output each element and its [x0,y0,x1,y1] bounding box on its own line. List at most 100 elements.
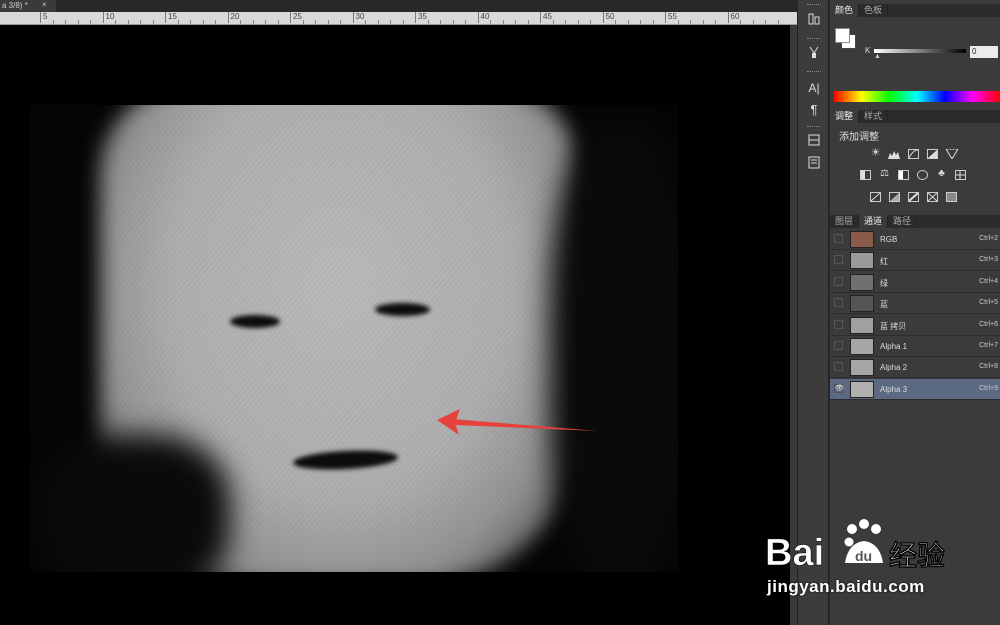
color-lookup-icon[interactable] [955,170,966,180]
ruler-minor-tick [365,20,366,24]
selective-color-icon[interactable] [927,192,938,202]
ruler-tick-label: 60 [727,12,739,23]
ruler-minor-tick [252,20,254,24]
visibility-eye-icon[interactable] [834,277,843,286]
posterize-icon[interactable] [889,192,900,202]
ruler-minor-tick [765,20,766,24]
gradient-map-icon[interactable] [946,192,957,202]
channel-name: RGB [880,235,898,244]
ruler-minor-tick [277,20,279,24]
ruler-minor-tick [327,20,329,24]
vibrance-icon[interactable] [945,148,959,160]
strip-grip[interactable] [807,71,821,74]
k-value-input[interactable]: 0 [970,46,998,58]
exposure-icon[interactable] [927,149,938,159]
layer-comps-icon[interactable] [803,133,825,153]
tab-paths[interactable]: 路径 [888,215,918,228]
channel-row[interactable]: Alpha 1 Ctrl+7 [830,336,1000,357]
channel-row[interactable]: 蓝 拷贝 Ctrl+6 [830,315,1000,336]
tab-channels[interactable]: 通道 [859,215,889,228]
history-icon[interactable] [803,12,825,32]
ruler-minor-tick [502,20,504,24]
ruler-tick-label: 20 [227,12,239,23]
color-panel-tabs: 颜色 色板 [830,4,1000,17]
left-eye [230,315,280,328]
visibility-eye-icon[interactable] [834,255,843,264]
visibility-eye-icon[interactable] [834,234,843,243]
channel-thumbnail [850,231,874,248]
horizontal-ruler: 5 10 15 20 25 30 35 40 45 50 55 60 [0,12,797,25]
brush-preset-icon[interactable] [803,45,825,65]
ruler-minor-tick [552,20,554,24]
brightness-icon[interactable]: ☀ [870,148,881,159]
canvas[interactable] [0,25,790,625]
visibility-eye-icon[interactable] [834,320,843,329]
channel-row[interactable]: RGB Ctrl+2 [830,229,1000,250]
color-spectrum[interactable] [834,91,1000,102]
curves-icon[interactable] [908,149,919,159]
channel-name: 绿 [880,279,888,288]
tab-swatches[interactable]: 色板 [859,4,889,17]
channel-row[interactable]: 绿 Ctrl+4 [830,272,1000,293]
ruler-minor-tick [152,20,154,24]
threshold-icon[interactable] [908,192,919,202]
k-slider[interactable] [874,49,966,53]
channel-name: 蓝 [880,300,888,309]
visibility-eye-icon[interactable] [834,298,843,307]
channel-row[interactable]: 👁 Alpha 3 Ctrl+9 [830,379,1000,400]
strip-grip[interactable] [807,126,821,129]
strip-grip[interactable] [807,38,821,41]
tab-styles[interactable]: 样式 [859,110,889,123]
ruler-minor-tick [302,20,304,24]
adjustments-panel-tabs: 调整 样式 [830,110,1000,123]
ruler-minor-tick [240,20,241,24]
document-tab[interactable]: a 3/8) * [0,0,56,12]
character-icon[interactable]: A| [803,78,825,98]
channel-name: 红 [880,257,888,266]
ruler-tick-label: 55 [665,12,677,23]
channel-shortcut: Ctrl+4 [979,278,998,285]
add-adjustment-title: 添加调整 [839,132,879,143]
channel-mixer-icon[interactable]: ♣ [936,169,947,180]
visibility-eye-icon[interactable]: 👁 [834,384,844,393]
channel-name: 蓝 拷贝 [880,322,907,331]
ruler-tick-label: 30 [352,12,364,23]
ruler-tick-label: 10 [102,12,114,23]
channel-image [30,105,678,572]
close-icon[interactable]: × [42,0,47,9]
photo-filter-icon[interactable] [917,170,928,180]
channel-name: Alpha 2 [880,363,908,372]
channel-name: Alpha 3 [880,385,908,394]
ruler-minor-tick [390,20,391,24]
ruler-minor-tick [452,20,454,24]
visibility-eye-icon[interactable] [834,341,843,350]
paragraph-icon[interactable]: ¶ [803,100,825,120]
right-eye [375,303,430,316]
tab-adjustments[interactable]: 调整 [830,110,860,123]
tab-color[interactable]: 颜色 [830,4,860,17]
strip-grip[interactable] [807,4,821,7]
ruler-minor-tick [265,20,266,24]
levels-icon[interactable] [888,149,900,159]
channel-row[interactable]: 蓝 Ctrl+5 [830,293,1000,314]
ruler-minor-tick [652,20,654,24]
ruler-minor-tick [577,20,579,24]
ruler-minor-tick [215,20,216,24]
ruler-minor-tick [615,20,616,24]
black-white-icon[interactable] [898,170,909,180]
ruler-minor-tick [590,20,591,24]
hue-saturation-icon[interactable] [860,170,871,180]
k-label: K [865,46,871,55]
ruler-minor-tick [77,20,79,24]
channel-row[interactable]: Alpha 2 Ctrl+8 [830,357,1000,378]
notes-icon[interactable] [803,155,825,175]
k-slider-thumb[interactable]: ▲ [874,53,881,60]
panel-icon-strip: A| ¶ [797,0,829,625]
invert-icon[interactable] [870,192,881,202]
ruler-minor-tick [340,20,341,24]
channel-row[interactable]: 红 Ctrl+3 [830,250,1000,271]
foreground-color-swatch[interactable] [835,28,850,43]
color-balance-icon[interactable]: ⚖ [879,169,890,180]
visibility-eye-icon[interactable] [834,362,843,371]
tab-layers[interactable]: 图层 [830,215,860,228]
